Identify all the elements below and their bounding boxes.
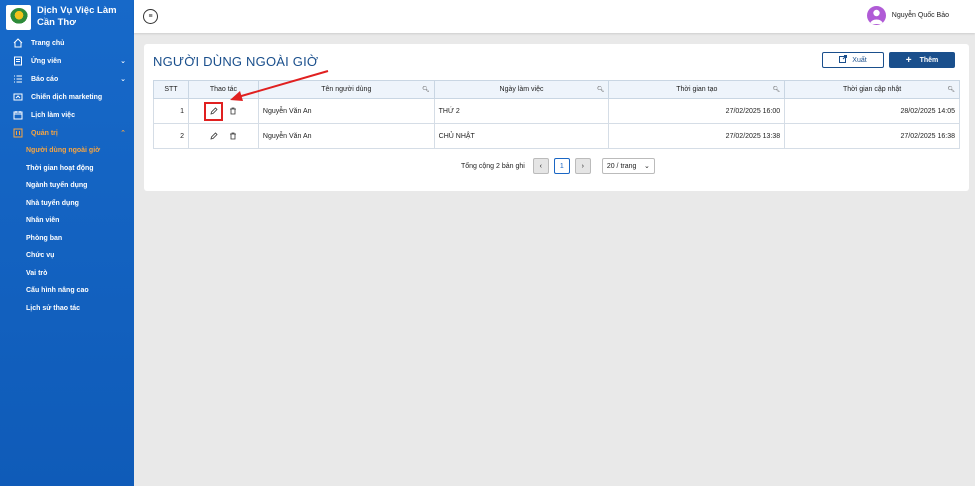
cell-actions: [187, 123, 259, 149]
cell-workday: CHỦ NHẬT: [433, 123, 610, 149]
sidebar-item-label: Lịch làm việc: [31, 111, 75, 119]
sidebar-subitem-advanced-config[interactable]: Cấu hình nâng cao: [0, 282, 134, 300]
sidebar-item-admin[interactable]: Quản trị ⌃: [0, 124, 134, 142]
sidebar-subitem-roles[interactable]: Vai trò: [0, 265, 134, 283]
edit-icon[interactable]: [209, 132, 218, 141]
logo: [6, 4, 31, 30]
current-page[interactable]: 1: [553, 158, 570, 174]
sidebar: Dịch Vụ Việc Làm Cần Thơ Trang chủ Ứng v…: [0, 0, 134, 486]
page-size-value: 20 / trang: [606, 162, 637, 170]
user-menu[interactable]: Nguyễn Quốc Bảo: [866, 6, 949, 25]
cell-created: 27/02/2025 13:38: [608, 123, 786, 149]
page-title: NGƯỜI DÙNG NGOÀI GIỜ: [153, 54, 319, 69]
cell-updated: 28/02/2025 14:05: [784, 98, 960, 124]
chevron-down-icon: ⌄: [643, 163, 650, 170]
export-icon: [839, 55, 848, 65]
chevron-down-icon: ⌄: [120, 76, 126, 83]
sidebar-item-label: Báo cáo: [31, 75, 59, 83]
admin-icon: [12, 128, 23, 139]
add-label: Thêm: [919, 56, 939, 64]
sidebar-subitem-employers[interactable]: Nhà tuyển dụng: [0, 195, 134, 213]
table-row: 1 Nguyễn Văn An THỨ 2 27/02/2025 16:00 2…: [153, 98, 960, 124]
pagination: Tổng cộng 2 bản ghi ‹ 1 › 20 / trang ⌄: [461, 158, 655, 174]
calendar-icon: [12, 110, 23, 121]
sidebar-item-schedule[interactable]: Lịch làm việc: [0, 106, 134, 124]
table-row: 2 Nguyễn Văn An CHỦ NHẬT 27/02/2025 13:3…: [153, 123, 960, 149]
cell-stt: 1: [153, 98, 189, 124]
sidebar-subitem-positions[interactable]: Chức vụ: [0, 247, 134, 265]
data-table: STT Thao tác Tên người dùng 🔍︎ Ngày làm v…: [153, 80, 960, 149]
candidate-icon: [12, 56, 23, 67]
column-header-workday: Ngày làm việc 🔍︎: [433, 80, 610, 99]
sidebar-item-marketing[interactable]: Chiến dịch marketing: [0, 88, 134, 106]
add-button[interactable]: + Thêm: [889, 52, 955, 68]
column-header-created: Thời gian tạo 🔍︎: [608, 80, 786, 99]
export-label: Xuất: [852, 56, 867, 64]
sidebar-item-label: Ứng viên: [31, 57, 62, 65]
cell-username: Nguyễn Văn An: [257, 123, 435, 149]
search-icon[interactable]: 🔍︎: [947, 86, 955, 93]
search-icon[interactable]: 🔍︎: [597, 86, 605, 93]
chevron-down-icon: ⌄: [120, 58, 126, 65]
sidebar-item-label: Quản trị: [31, 129, 58, 137]
table-header-row: STT Thao tác Tên người dùng 🔍︎ Ngày làm v…: [153, 80, 960, 99]
column-header-stt: STT: [153, 80, 189, 99]
topbar: ≡ Nguyễn Quốc Bảo: [134, 0, 975, 33]
column-header-actions: Thao tác: [187, 80, 259, 99]
sidebar-subitem-staff[interactable]: Nhân viên: [0, 212, 134, 230]
page-size-select[interactable]: 20 / trang ⌄: [601, 158, 655, 174]
chevron-up-icon: ⌃: [120, 130, 126, 137]
brand[interactable]: Dịch Vụ Việc Làm Cần Thơ: [0, 0, 134, 34]
cell-actions: [187, 98, 259, 124]
search-icon[interactable]: 🔍︎: [422, 86, 430, 93]
column-header-updated: Thời gian cập nhật 🔍︎: [784, 80, 960, 99]
brand-title-line1: Dịch Vụ Việc Làm: [37, 5, 117, 16]
cell-workday: THỨ 2: [433, 98, 610, 124]
menu-toggle-icon[interactable]: ≡: [143, 9, 158, 24]
sidebar-item-label: Chiến dịch marketing: [31, 93, 103, 101]
cell-updated: 27/02/2025 16:38: [784, 123, 960, 149]
sidebar-subitem-industries[interactable]: Ngành tuyển dụng: [0, 177, 134, 195]
user-name: Nguyễn Quốc Bảo: [891, 12, 949, 19]
total-records: Tổng cộng 2 bản ghi: [461, 162, 525, 170]
sidebar-subitem-departments[interactable]: Phòng ban: [0, 230, 134, 248]
sidebar-subitem-overtime-users[interactable]: Người dùng ngoài giờ: [0, 142, 134, 160]
search-icon[interactable]: 🔍︎: [773, 86, 781, 93]
column-header-username: Tên người dùng 🔍︎: [257, 80, 435, 99]
delete-icon[interactable]: [228, 107, 237, 116]
content-card: NGƯỜI DÙNG NGOÀI GIỜ Xuất + Thêm STT Tha…: [144, 44, 969, 191]
next-page-button[interactable]: ›: [574, 158, 591, 174]
sidebar-subitem-action-history[interactable]: Lịch sử thao tác: [0, 300, 134, 318]
plus-icon: +: [905, 54, 912, 66]
sidebar-item-candidates[interactable]: Ứng viên ⌄: [0, 52, 134, 70]
avatar: [866, 6, 886, 25]
sidebar-item-reports[interactable]: Báo cáo ⌄: [0, 70, 134, 88]
list-icon: [12, 74, 23, 85]
edit-icon[interactable]: [204, 101, 224, 121]
sidebar-item-label: Trang chủ: [31, 39, 65, 47]
cell-created: 27/02/2025 16:00: [608, 98, 786, 124]
cell-username: Nguyễn Văn An: [257, 98, 435, 124]
home-icon: [12, 38, 23, 49]
sidebar-subitem-active-time[interactable]: Thời gian hoạt động: [0, 160, 134, 178]
delete-icon[interactable]: [228, 132, 237, 141]
brand-title-line2: Cần Thơ: [37, 17, 76, 28]
sidebar-nav: Trang chủ Ứng viên ⌄ Báo cáo ⌄ Chiến dịc…: [0, 34, 134, 317]
prev-page-button[interactable]: ‹: [532, 158, 549, 174]
cell-stt: 2: [153, 123, 189, 149]
sidebar-item-home[interactable]: Trang chủ: [0, 34, 134, 52]
marketing-icon: [12, 92, 23, 103]
export-button[interactable]: Xuất: [822, 52, 884, 68]
